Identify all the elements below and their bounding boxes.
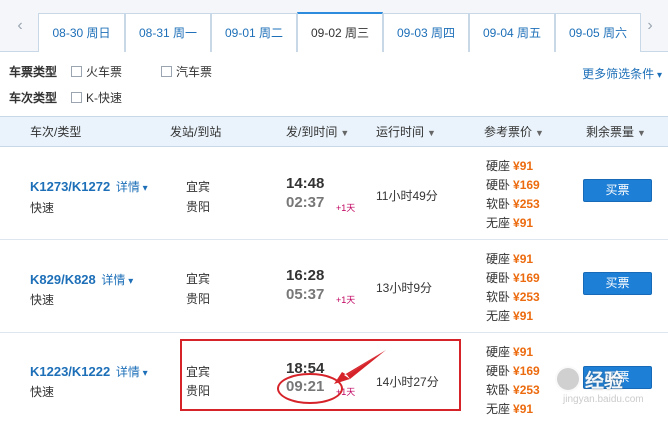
bus-ticket-checkbox[interactable] [161,66,172,77]
train-type: 快速 [30,293,55,307]
train-type-filter: 车次类型 K-快速 [9,88,409,108]
train-type: 快速 [30,201,55,215]
price-line: 无座 ¥91 [486,309,534,323]
from-station: 宜宾 [186,272,211,286]
arrive-time: 05:37 [286,286,325,303]
depart-time: 14:48 [286,175,325,192]
to-station: 贵阳 [186,292,211,306]
to-station: 贵阳 [186,200,211,214]
duration: 13小时9分 [376,281,433,295]
k-express-option[interactable]: K-快速 [71,88,122,108]
sort-icon: ▼ [637,128,646,138]
chevron-down-icon: ▾ [125,276,134,287]
date-tab-0831[interactable]: 08-31 周一 [125,13,211,52]
train-row: K829/K828 详情 ▾ 快速 宜宾 贵阳 16:28 05:37 +1天 … [0,241,668,333]
train-ticket-option[interactable]: 火车票 [71,62,122,82]
price-line: 硬卧 ¥169 [486,178,540,192]
plus-day-badge: +1天 [336,295,356,305]
train-row: K1273/K1272 详情 ▾ 快速 宜宾 贵阳 14:48 02:37 +1… [0,148,668,240]
header-train: 车次/类型 [30,125,82,139]
date-tab-0904[interactable]: 09-04 周五 [469,13,555,52]
plus-day-badge: +1天 [336,203,356,213]
ticket-type-filter: 车票类型 火车票 汽车票 [9,62,409,82]
sort-icon: ▼ [340,128,350,138]
train-number[interactable]: K1223/K1222 详情 ▾ [30,363,148,380]
price-line: 无座 ¥91 [486,216,534,230]
chevron-down-icon: ▾ [139,368,148,379]
train-type-label: 车次类型 [9,91,58,105]
next-date-arrow-icon[interactable]: › [636,14,664,38]
sort-icon: ▼ [427,128,436,138]
arrive-time: 02:37 [286,194,325,211]
header-stations: 发站/到站 [170,125,222,139]
depart-time: 16:28 [286,267,325,284]
from-station: 宜宾 [186,180,211,194]
date-tab-0830[interactable]: 08-30 周日 [38,13,125,52]
header-price[interactable]: 参考票价 ▼ [484,117,544,148]
date-tab-0902[interactable]: 09-02 周三 [297,12,383,52]
date-tab-0905[interactable]: 09-05 周六 [555,13,641,52]
k-express-checkbox[interactable] [71,92,82,103]
train-type: 快速 [30,385,55,399]
price-line: 无座 ¥91 [486,402,534,416]
table-header: 车次/类型 发站/到站 发/到时间 ▼ 运行时间 ▼ 参考票价 ▼ 剩余票量 ▼ [0,116,668,147]
duration: 11小时49分 [376,189,438,203]
price-line: 硬座 ¥91 [486,159,534,173]
train-number[interactable]: K829/K828 详情 ▾ [30,271,133,288]
price-line: 硬座 ¥91 [486,252,534,266]
header-duration[interactable]: 运行时间 ▼ [376,117,436,148]
annotation-arrow-icon [334,350,386,384]
train-ticket-checkbox[interactable] [71,66,82,77]
buy-ticket-button[interactable]: 买票 [583,272,652,295]
price-line: 软卧 ¥253 [486,290,540,304]
date-tab-bar: ‹ 08-30 周日 08-31 周一 09-01 周二 09-02 周三 09… [0,0,668,52]
bus-ticket-option[interactable]: 汽车票 [161,62,212,82]
buy-ticket-button[interactable]: 买票 [583,179,652,202]
header-times[interactable]: 发/到时间 ▼ [286,117,349,148]
price-line: 硬卧 ¥169 [486,364,540,378]
price-line: 软卧 ¥253 [486,383,540,397]
chevron-down-icon: ▾ [139,183,148,194]
train-number[interactable]: K1273/K1272 详情 ▾ [30,178,148,195]
chevron-down-icon: ▾ [654,70,662,81]
date-tab-0901[interactable]: 09-01 周二 [211,13,297,52]
date-tab-0903[interactable]: 09-03 周四 [383,13,469,52]
price-line: 硬卧 ¥169 [486,271,540,285]
detail-link[interactable]: 详情 [116,180,140,194]
prev-date-arrow-icon[interactable]: ‹ [6,14,34,38]
price-line: 硬座 ¥91 [486,345,534,359]
detail-link[interactable]: 详情 [101,273,125,287]
buy-ticket-button[interactable]: 买票 [583,366,652,389]
detail-link[interactable]: 详情 [116,365,140,379]
ticket-type-label: 车票类型 [9,65,58,79]
more-filters-link[interactable]: 更多筛选条件 ▾ [582,65,662,82]
price-line: 软卧 ¥253 [486,197,540,211]
sort-icon: ▼ [535,128,544,138]
header-remaining[interactable]: 剩余票量 ▼ [586,117,646,148]
